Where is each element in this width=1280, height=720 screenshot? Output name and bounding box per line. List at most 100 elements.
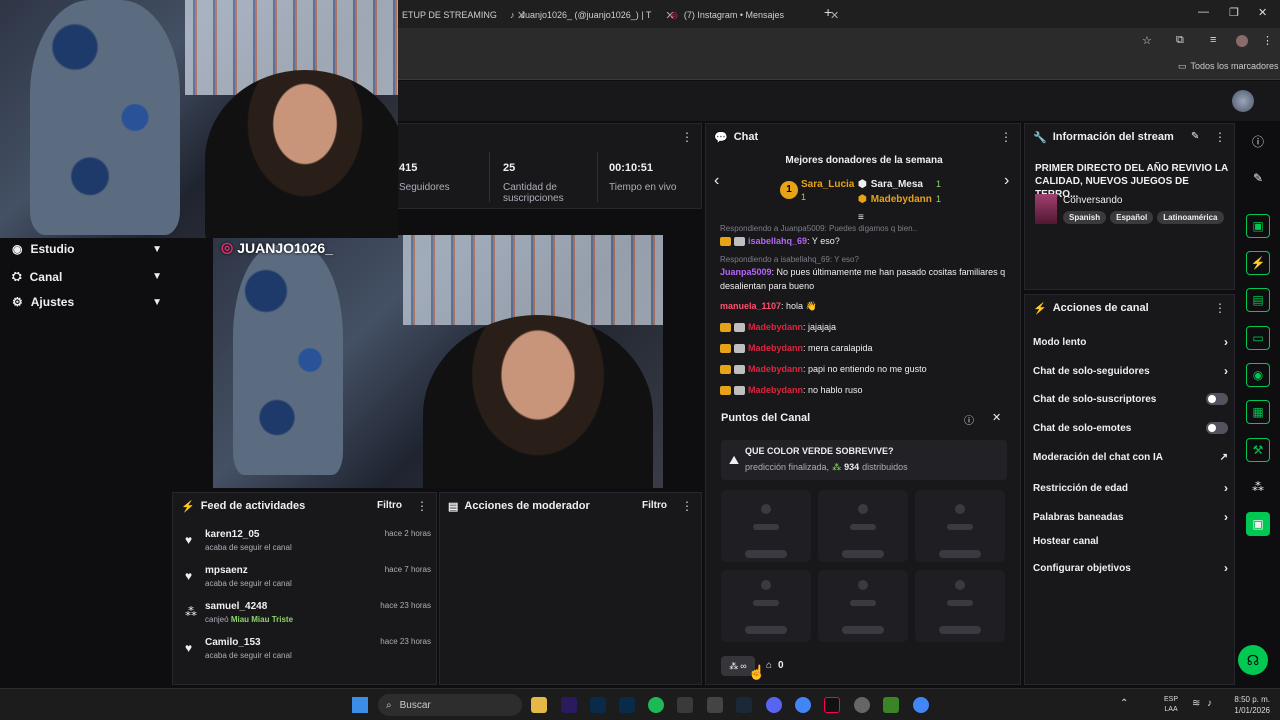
chat-user[interactable]: Juanpa5009 [720,267,772,277]
clock[interactable]: 8:50 p. m. 1/01/2026 [1226,694,1270,716]
photoshop-icon[interactable] [590,697,606,713]
chat-message[interactable]: Juanpa5009: No pues últimamente me han p… [720,265,1012,293]
donor-entry[interactable]: ⬢ Sara_Mesa [858,179,923,190]
chrome-active-icon[interactable] [913,697,929,713]
wifi-icon[interactable]: ≋ [1192,698,1200,709]
star-icon[interactable]: ☆ [1142,34,1152,47]
action-age-restriction[interactable]: Restricción de edad › [1033,481,1228,495]
minecraft-icon[interactable] [883,697,899,713]
language-indicator[interactable]: ESP LAA [1164,695,1178,715]
file-explorer-icon[interactable] [531,697,547,713]
filter-button[interactable]: Filtro [377,500,402,511]
obs-icon[interactable] [854,697,870,713]
close-icon[interactable]: ✕ [992,411,1001,424]
info-icon[interactable]: ⓘ [1246,129,1270,153]
prediction-card[interactable]: ⛰ QUE COLOR VERDE SOBREVIVE? predicción … [721,440,1007,480]
action-slow-mode[interactable]: Modo lento › [1033,335,1228,349]
chat-user[interactable]: Madebydann [748,385,803,395]
tag[interactable]: Latinoamérica [1157,211,1224,224]
steam-icon[interactable] [736,697,752,713]
kebab-icon[interactable]: ⋮ [1214,301,1226,315]
donor-entry[interactable]: ⬢ Madebydann [858,194,932,205]
all-bookmarks[interactable]: ▭ Todos los marcadores [1178,61,1279,72]
tag[interactable]: Spanish [1063,211,1107,224]
chevron-right-icon[interactable]: › [1004,172,1009,190]
chat-user[interactable]: isabellahq_69 [748,236,807,246]
chevron-up-icon[interactable]: ⌃ [1120,698,1128,709]
emotes-only-toggle[interactable] [1206,422,1228,434]
app-icon[interactable] [677,697,693,713]
subs-only-toggle[interactable] [1206,393,1228,405]
store-button[interactable]: ⌂ 0 [766,660,784,671]
sidebar-item-studio[interactable]: ◉ Estudio ▼ [12,242,162,256]
action-subs-only[interactable]: Chat de solo-suscriptores [1033,393,1228,405]
donor-name[interactable]: Sara_Lucia [801,179,854,190]
close-window-icon[interactable]: ✕ [1258,6,1267,19]
chat-message[interactable]: Madebydann: jajajaja [720,320,1020,334]
action-ai-moderation[interactable]: Moderación del chat con IA ↗ [1033,452,1228,463]
kebab-icon[interactable]: ⋮ [416,499,428,513]
bolt-icon[interactable]: ⚡ [1246,251,1270,275]
kebab-icon[interactable]: ⋮ [1214,130,1226,144]
chat-user[interactable]: Madebydann [748,322,803,332]
kebab-icon[interactable]: ⋮ [681,499,693,513]
list-item[interactable]: ♥ mpsaenz acaba de seguir el canal hace 7 h… [181,563,431,597]
support-icon[interactable]: ☊ [1238,645,1268,675]
extensions-icon[interactable]: ⧉ [1176,34,1184,47]
filter-button[interactable]: Filtro [642,500,667,511]
kebab-icon[interactable]: ⋮ [1000,130,1012,144]
chat-user[interactable]: Madebydann [748,364,803,374]
chat-message[interactable]: isabellahq_69: Y eso? [720,234,1020,248]
chrome-icon[interactable] [795,697,811,713]
chat-message[interactable]: manuela_1107: hola 👋 [720,299,1020,313]
action-followers-only[interactable]: Chat de solo-seguidores › [1033,364,1228,378]
action-goals[interactable]: Configurar objetivos › [1033,561,1228,575]
note-icon[interactable]: ▤ [1246,288,1270,312]
volume-icon[interactable]: ♪ [1207,698,1212,709]
minimize-icon[interactable]: — [1198,6,1209,18]
list-item[interactable]: ⁂ samuel_4248 canjeó Miau Miau Triste hace … [181,599,431,633]
category-name[interactable]: Conversando [1063,195,1122,206]
points-icon[interactable]: ⁂ [1246,475,1270,499]
profile-avatar[interactable] [1236,35,1248,47]
lightroom-icon[interactable] [619,697,635,713]
user-avatar[interactable] [1232,90,1254,112]
action-banned-words[interactable]: Palabras baneadas › [1033,510,1228,524]
info-icon[interactable]: ⓘ [964,412,974,427]
kebab-icon[interactable]: ⋮ [681,130,693,144]
epic-games-icon[interactable] [707,697,723,713]
broadcast-icon[interactable]: ◉ [1246,363,1270,387]
stream-preview[interactable]: ◎ JUANJO1026_ [213,235,663,488]
tag[interactable]: Español [1110,211,1154,224]
new-tab-icon[interactable]: + [824,4,832,20]
media-icon[interactable]: ≡ [1210,34,1216,46]
clip-icon[interactable]: ▣ [1246,214,1270,238]
chat-message[interactable]: Madebydann: no hablo ruso [720,383,1020,397]
filter-icon[interactable]: ≡ [858,212,864,223]
wrench-icon[interactable]: ⚒ [1246,438,1270,462]
chat-message[interactable]: Madebydann: mera caralapida [720,341,1020,355]
list-item[interactable]: ♥ karen12_05 acaba de seguir el canal hace … [181,527,431,561]
maximize-icon[interactable]: ❐ [1229,6,1239,19]
menu-icon[interactable]: ⋮ [1262,34,1273,47]
spotify-icon[interactable] [648,697,664,713]
edit-icon[interactable]: ✎ [1191,131,1199,142]
windows-start-icon[interactable] [352,697,368,713]
list-item[interactable]: ♥ Camilo_153 acaba de seguir el canal hace … [181,635,431,669]
chat-bubble-icon[interactable]: ▭ [1246,326,1270,350]
chat-message[interactable]: Madebydann: papi no entiendo no me gusto [720,362,1020,376]
extension-icon[interactable]: ▣ [1246,512,1270,536]
sidebar-item-channel[interactable]: ⛭ Canal ▼ [12,269,162,284]
tab-instagram[interactable]: ◎ (7) Instagram • Mensajes ✕ [664,4,845,26]
layout-icon[interactable]: ▦ [1246,400,1270,424]
tiktok-icon[interactable] [824,697,840,713]
tab-tiktok[interactable]: ♪ Juanjo1026_ (@juanjo1026_) | T ✕ [504,4,681,26]
discord-icon[interactable] [766,697,782,713]
chat-user[interactable]: manuela_1107 [720,301,781,311]
taskbar-search[interactable]: ⌕ Buscar [378,694,522,716]
action-host-channel[interactable]: Hostear canal [1033,536,1228,547]
sidebar-item-settings[interactable]: ⚙ Ajustes ▼ [12,295,162,309]
action-emotes-only[interactable]: Chat de solo-emotes [1033,422,1228,434]
chevron-left-icon[interactable]: ‹ [714,172,719,190]
chat-user[interactable]: Madebydann [748,343,803,353]
